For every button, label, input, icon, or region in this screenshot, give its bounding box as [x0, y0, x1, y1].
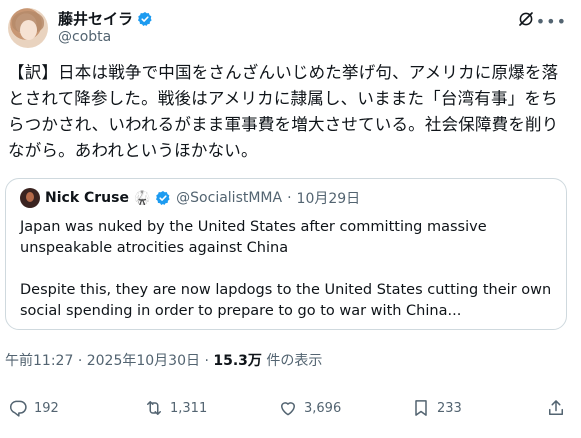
post-text-line: らつかされ、いわれるがまま軍事費を増大させている。社会保障費を削り — [8, 115, 559, 134]
view-count: 15.3万 — [213, 353, 262, 369]
quoted-author-avatar — [20, 188, 40, 208]
quoted-paragraph: Despite this, they are now lapdogs to th… — [20, 282, 552, 319]
share-icon — [549, 400, 563, 415]
quoted-author-name: Nick Cruse — [45, 190, 129, 206]
dot-separator: · — [287, 190, 292, 206]
bookmark-button[interactable]: 233 — [411, 398, 462, 418]
author-name-row: 藤井セイラ — [58, 8, 153, 29]
share-button[interactable] — [546, 398, 566, 418]
quoted-post-date: 10月29日 — [296, 191, 361, 207]
post-text-line: とされて降参した。戦後はアメリカに隷属し、いままた「台湾有事」をち — [8, 89, 558, 108]
reply-icon — [9, 400, 27, 417]
post-text-line: 【訳】日本は戦争で中国をさんざんいじめた挙げ句、アメリカに原爆を落 — [8, 63, 559, 82]
repost-count: 1,311 — [170, 400, 208, 416]
post-time[interactable]: 午前11:27 — [5, 353, 73, 369]
more-icon[interactable]: ••• — [536, 12, 567, 31]
like-button[interactable]: 3,696 — [278, 398, 341, 418]
dot-separator: · — [204, 353, 209, 369]
bookmark-icon — [415, 400, 427, 416]
verified-badge-icon — [156, 191, 170, 205]
martial-arts-uniform-emoji: 🥋 — [133, 190, 151, 206]
reply-button[interactable]: 192 — [8, 398, 59, 418]
post-text-line: ながら。あわれというほかない。 — [8, 141, 258, 160]
quoted-post-header: Nick Cruse 🥋 @SocialistMMA · 10月29日 — [20, 188, 360, 208]
author-name[interactable]: 藤井セイラ — [58, 8, 133, 29]
like-count: 3,696 — [304, 400, 342, 416]
like-icon — [281, 402, 295, 416]
post-meta: 午前11:27 · 2025年10月30日 · 15.3万 件の表示 — [5, 350, 322, 370]
repost-icon — [147, 401, 161, 415]
author-handle[interactable]: @cobta — [58, 29, 111, 45]
quoted-paragraph: Japan was nuked by the United States aft… — [20, 219, 487, 256]
author-avatar[interactable] — [8, 8, 48, 48]
view-count-label: 件の表示 — [266, 353, 323, 369]
verified-badge-icon — [138, 11, 152, 26]
grok-icon[interactable] — [517, 10, 535, 28]
bookmark-count: 233 — [437, 400, 462, 416]
repost-button[interactable]: 1,311 — [144, 398, 207, 418]
reply-count: 192 — [34, 400, 59, 416]
action-bar: 192 1,311 3,696 233 — [8, 398, 573, 426]
quoted-author-handle: @SocialistMMA — [176, 190, 283, 206]
post-text: 【訳】日本は戦争で中国をさんざんいじめた挙げ句、アメリカに原爆を落 とされて降参… — [8, 60, 572, 164]
quoted-post[interactable]: Nick Cruse 🥋 @SocialistMMA · 10月29日 Japa… — [5, 178, 567, 330]
dot-separator: · — [77, 353, 83, 369]
post-date[interactable]: 2025年10月30日 — [87, 353, 200, 369]
post-header: 藤井セイラ @cobta ••• — [8, 6, 573, 50]
quoted-post-text: Japan was nuked by the United States aft… — [20, 217, 556, 322]
